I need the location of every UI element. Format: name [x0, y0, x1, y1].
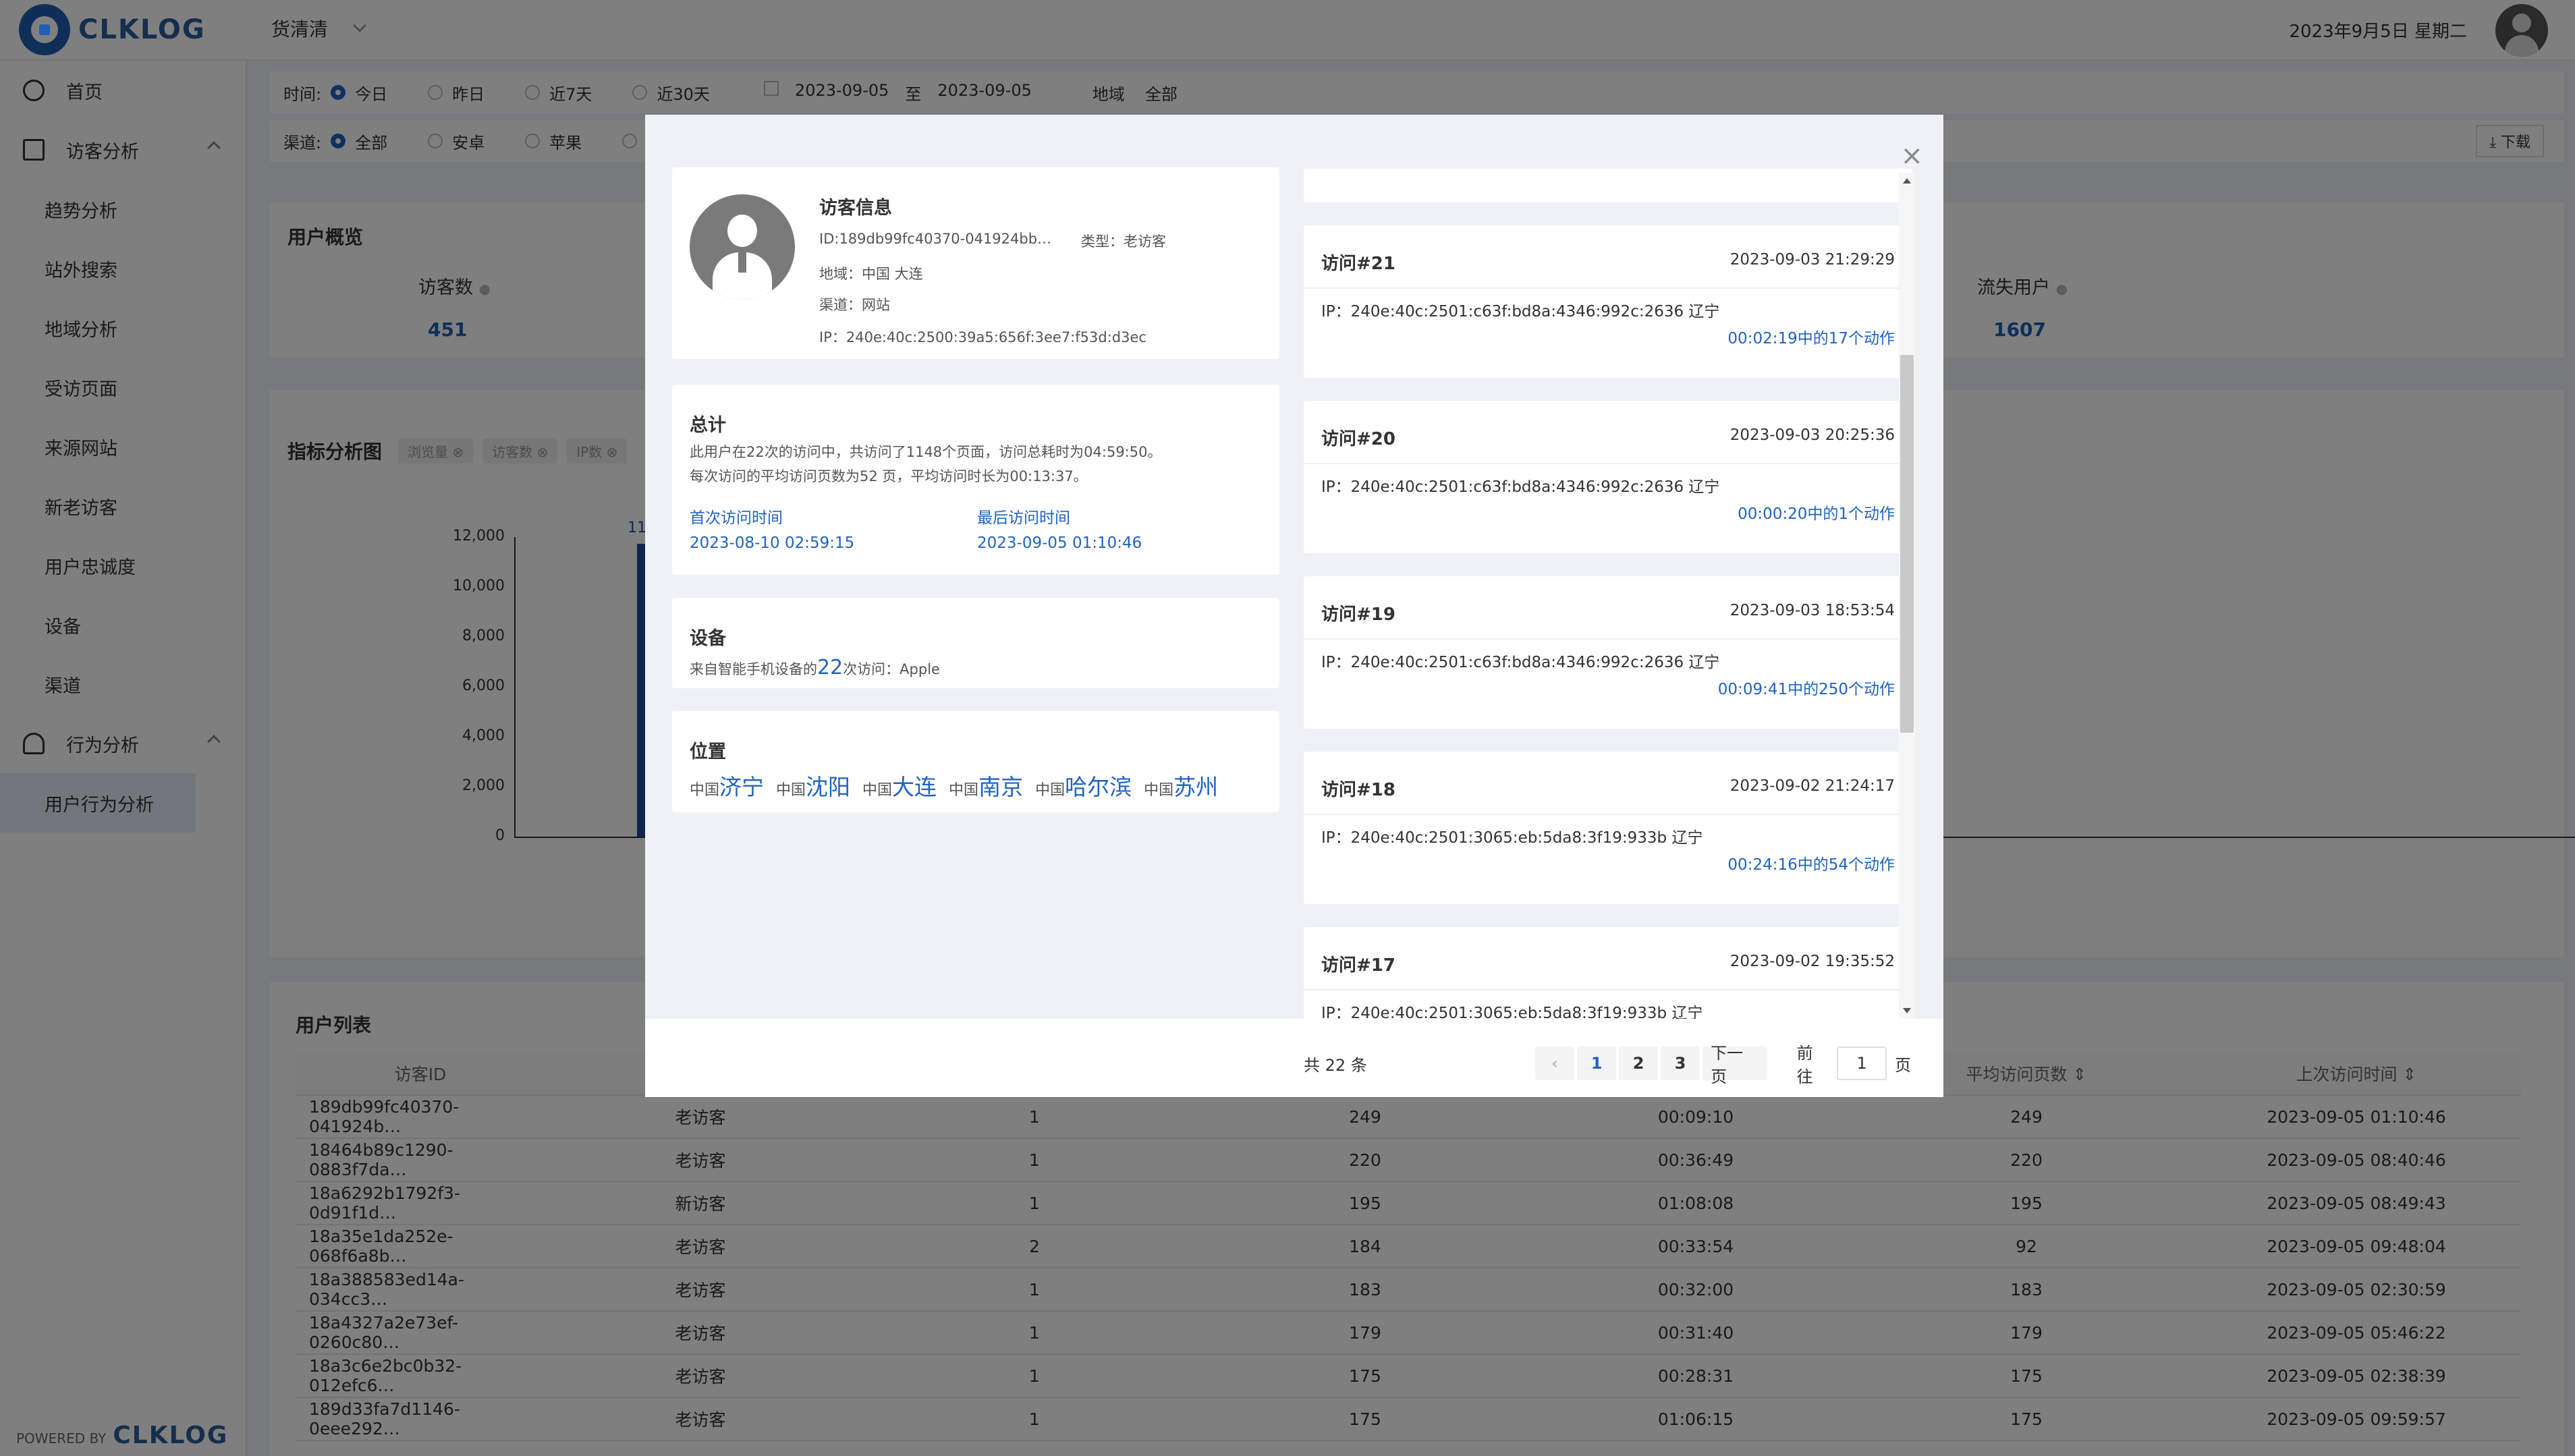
first-visit-value: 2023-08-10 02:59:15	[690, 534, 855, 552]
visit-card[interactable]: 访问#19 2023-09-03 18:53:54 IP：240e:40c:25…	[1304, 576, 1912, 729]
visitor-region: 地域：中国 大连	[819, 266, 923, 282]
goto-suffix: 页	[1895, 1055, 1911, 1075]
visit-date: 2023-09-03 21:29:29	[1729, 251, 1895, 269]
visit-card[interactable]: 访问#18 2023-09-02 21:24:17 IP：240e:40c:25…	[1304, 752, 1912, 904]
visit-date: 2023-09-03 18:53:54	[1729, 602, 1895, 619]
device-panel: 设备 来自智能手机设备的 22 次访问：Apple	[672, 598, 1279, 688]
device-title: 设备	[690, 628, 726, 649]
summary-line-1: 此用户在22次的访问中，共访问了1148个页面，访问总耗时为04:59:50。	[690, 444, 1162, 460]
city-dalian: 大连	[892, 774, 937, 800]
visit-actions-link[interactable]: 00:24:16中的54个动作	[1727, 851, 1895, 874]
last-visit-value: 2023-09-05 01:10:46	[977, 534, 1142, 552]
visit-ip: IP：240e:40c:2501:c63f:bd8a:4346:992c:263…	[1321, 303, 1720, 320]
first-visit-label: 首次访问时间	[690, 509, 783, 527]
goto-page-input[interactable]: 1	[1837, 1046, 1887, 1080]
visit-list-scrollbar[interactable]	[1899, 173, 1915, 1019]
visit-actions-link[interactable]: 00:09:41中的250个动作	[1718, 676, 1895, 699]
location-list: 中国 济宁 中国 沈阳 中国 大连 中国 南京 中国 哈尔滨 中国 苏州	[690, 769, 1218, 802]
pagination: 共 22 条 ‹ 1 2 3 下一页 前往 1 页	[1304, 1044, 1911, 1086]
visit-ip: IP：240e:40c:2501:3065:eb:5da8:3f19:933b …	[1321, 829, 1703, 847]
visit-title: 访问#19	[1321, 605, 1395, 625]
goto-label: 前往	[1796, 1044, 1813, 1086]
visit-ip: IP：240e:40c:2501:c63f:bd8a:4346:992c:263…	[1321, 654, 1720, 671]
visitor-info-panel: 访客信息 ID:189db99fc40370-041924bb… 类型：老访客 …	[672, 167, 1279, 359]
visitor-channel: 渠道：网站	[819, 297, 890, 313]
city-suzhou: 苏州	[1173, 774, 1219, 800]
location-title: 位置	[690, 741, 726, 762]
visit-ip: IP：240e:40c:2501:3065:eb:5da8:3f19:933b …	[1321, 1005, 1703, 1019]
location-panel: 位置 中国 济宁 中国 沈阳 中国 大连 中国 南京 中国 哈尔滨 中国 苏州	[672, 711, 1279, 812]
modal-body: 访客信息 ID:189db99fc40370-041924bb… 类型：老访客 …	[645, 115, 1943, 1019]
visit-date: 2023-09-03 20:25:36	[1729, 426, 1895, 444]
prev-page-button[interactable]: ‹	[1535, 1046, 1575, 1080]
scroll-up-icon	[1903, 178, 1911, 184]
city-harbin: 哈尔滨	[1065, 774, 1132, 800]
page-3-button[interactable]: 3	[1661, 1046, 1700, 1080]
visit-card[interactable]: 访问#17 2023-09-02 19:35:52 IP：240e:40c:25…	[1304, 927, 1912, 1019]
summary-panel: 总计 此用户在22次的访问中，共访问了1148个页面，访问总耗时为04:59:5…	[672, 385, 1279, 575]
device-text: 来自智能手机设备的 22 次访问：Apple	[690, 656, 940, 679]
visit-card[interactable]: 访问#20 2023-09-03 20:25:36 IP：240e:40c:25…	[1304, 401, 1912, 553]
visit-title: 访问#18	[1321, 780, 1395, 800]
scrollbar-thumb	[1900, 355, 1914, 733]
city-shenyang: 沈阳	[806, 774, 851, 800]
visit-date: 2023-09-02 21:24:17	[1729, 777, 1895, 795]
visit-card-partial	[1304, 169, 1912, 202]
city-jining: 济宁	[719, 774, 765, 800]
visitor-ip: IP：240e:40c:2500:39a5:656f:3ee7:f53d:d3e…	[819, 329, 1146, 345]
visit-title: 访问#17	[1321, 955, 1395, 976]
summary-title: 总计	[690, 415, 726, 436]
page-1-button[interactable]: 1	[1577, 1046, 1617, 1080]
visitor-detail-modal: 访客信息 ID:189db99fc40370-041924bb… 类型：老访客 …	[645, 115, 1943, 1097]
visit-ip: IP：240e:40c:2501:c63f:bd8a:4346:992c:263…	[1321, 478, 1720, 496]
city-nanjing: 南京	[978, 774, 1024, 800]
next-page-button[interactable]: 下一页	[1702, 1044, 1767, 1086]
visitor-id: ID:189db99fc40370-041924bb…	[819, 231, 1052, 247]
last-visit-label: 最后访问时间	[977, 509, 1070, 527]
visit-title: 访问#21	[1321, 254, 1395, 274]
visitor-type: 类型：老访客	[1081, 233, 1166, 250]
visit-title: 访问#20	[1321, 429, 1395, 449]
visit-actions-link[interactable]: 00:00:20中的1个动作	[1738, 501, 1895, 524]
close-icon[interactable]: ×	[1900, 140, 1923, 171]
visitor-avatar-icon	[690, 194, 795, 300]
visit-date: 2023-09-02 19:35:52	[1729, 953, 1895, 970]
scroll-down-icon	[1903, 1008, 1911, 1013]
visitor-info-title: 访客信息	[819, 198, 892, 219]
summary-line-2: 每次访问的平均访问页数为52 页，平均访问时长为00:13:37。	[690, 468, 1088, 484]
pagination-total: 共 22 条	[1304, 1055, 1367, 1075]
page-2-button[interactable]: 2	[1619, 1046, 1659, 1080]
visit-card[interactable]: 访问#21 2023-09-03 21:29:29 IP：240e:40c:25…	[1304, 225, 1912, 378]
visit-actions-link[interactable]: 00:02:19中的17个动作	[1727, 325, 1895, 348]
